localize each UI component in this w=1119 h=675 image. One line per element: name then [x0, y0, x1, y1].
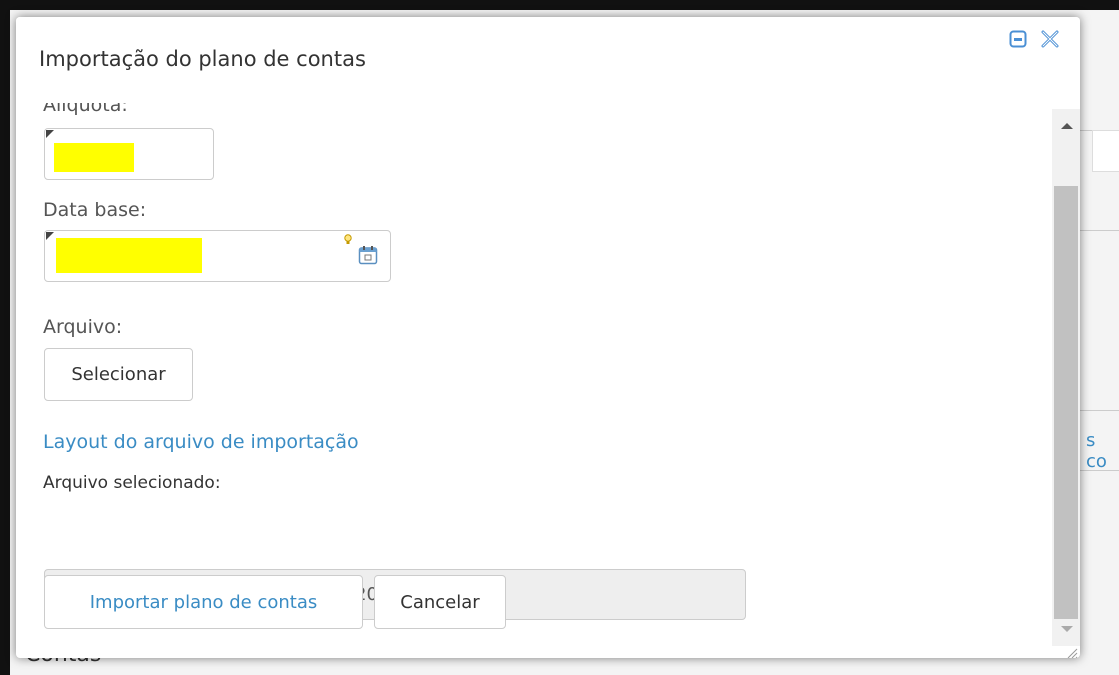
redacted-value — [54, 143, 134, 172]
data-base-label: Data base: — [43, 199, 147, 221]
bg-input-fragment — [1092, 130, 1119, 172]
dialog-scrollbar[interactable] — [1052, 109, 1080, 646]
bg-link-fragment: s co — [1086, 430, 1107, 472]
dialog-title: Importação do plano de contas — [39, 47, 366, 71]
data-base-input[interactable] — [44, 230, 391, 282]
scroll-up-arrow-icon[interactable] — [1061, 123, 1073, 129]
window-minimize-icon[interactable] — [1009, 30, 1027, 48]
resize-grip-icon[interactable] — [1066, 644, 1078, 658]
bg-divider — [1080, 470, 1119, 471]
arquivo-label: Arquivo: — [43, 316, 123, 338]
screen-frame-top — [0, 0, 1119, 10]
close-icon[interactable] — [1041, 30, 1059, 48]
layout-file-link[interactable]: Layout do arquivo de importação — [43, 431, 359, 453]
import-chart-of-accounts-button[interactable]: Importar plano de contas — [44, 575, 363, 629]
dialog-body: Alíquota: Data base: Arquivo: Selecionar… — [16, 103, 1051, 643]
aliquota-input[interactable] — [44, 128, 214, 180]
scrollbar-thumb[interactable] — [1054, 186, 1078, 619]
dialog-header: Importação do plano de contas — [16, 17, 1080, 103]
screen-frame-left — [0, 0, 10, 675]
redacted-value — [56, 238, 202, 273]
import-dialog: Importação do plano de contas Alíquota: … — [16, 17, 1080, 658]
aliquota-label: Alíquota: — [43, 103, 128, 116]
required-marker — [46, 232, 54, 240]
select-file-button[interactable]: Selecionar — [44, 348, 193, 401]
bg-divider — [1080, 410, 1119, 411]
cancel-button[interactable]: Cancelar — [374, 575, 506, 629]
required-marker — [46, 130, 54, 138]
scroll-down-arrow-icon[interactable] — [1061, 626, 1073, 632]
calendar-icon[interactable] — [358, 245, 378, 269]
lightbulb-icon — [343, 231, 353, 250]
selected-file-label: Arquivo selecionado: — [43, 473, 221, 493]
bg-divider — [1080, 230, 1119, 231]
